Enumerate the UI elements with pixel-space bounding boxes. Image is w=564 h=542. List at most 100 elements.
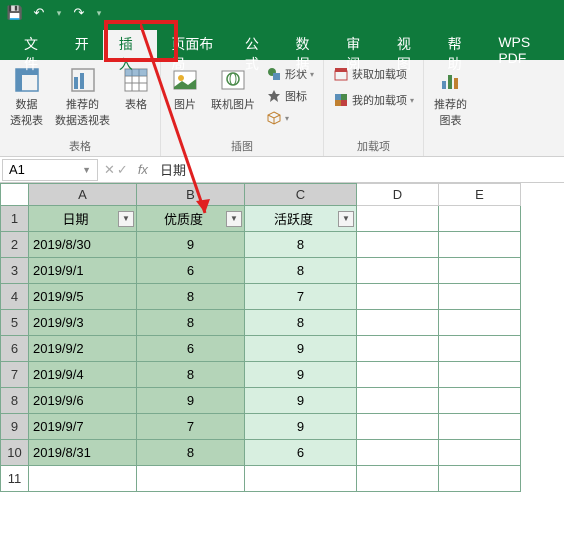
cell-quality[interactable]: 9	[137, 232, 245, 258]
redo-icon[interactable]: ↷	[70, 4, 88, 22]
cell[interactable]	[439, 206, 521, 232]
qat-dropdown-icon[interactable]: ▾	[94, 4, 104, 22]
my-addins-button[interactable]: 我的加载项▾	[330, 90, 417, 110]
cell-date[interactable]: 2019/9/6	[29, 388, 137, 414]
cell-date[interactable]: 2019/9/2	[29, 336, 137, 362]
cell-date[interactable]: 2019/9/3	[29, 310, 137, 336]
cell[interactable]	[245, 466, 357, 492]
cell-date[interactable]: 2019/9/4	[29, 362, 137, 388]
cell[interactable]	[357, 258, 439, 284]
cell-date[interactable]: 2019/9/5	[29, 284, 137, 310]
cell-quality[interactable]: 8	[137, 284, 245, 310]
cell-date[interactable]: 2019/8/31	[29, 440, 137, 466]
cell[interactable]	[357, 284, 439, 310]
cell[interactable]	[439, 362, 521, 388]
filter-dropdown-icon[interactable]: ▼	[338, 211, 354, 227]
header-cell-date[interactable]: 日期▼	[29, 206, 137, 232]
3d-model-button[interactable]: ▾	[263, 108, 317, 128]
cell-quality[interactable]: 9	[137, 388, 245, 414]
row-header[interactable]: 10	[1, 440, 29, 466]
cell[interactable]	[439, 388, 521, 414]
row-header[interactable]: 8	[1, 388, 29, 414]
row-header[interactable]: 7	[1, 362, 29, 388]
qat-dropdown-icon[interactable]: ▾	[54, 4, 64, 22]
cell-activity[interactable]: 9	[245, 336, 357, 362]
cell[interactable]	[439, 336, 521, 362]
save-icon[interactable]: 💾	[6, 4, 24, 22]
cancel-formula-icon[interactable]: ✕	[104, 162, 115, 178]
formula-input[interactable]: 日期	[154, 160, 564, 179]
cell-quality[interactable]: 6	[137, 336, 245, 362]
fx-label[interactable]: fx	[132, 162, 154, 177]
cell[interactable]	[439, 440, 521, 466]
tab-formula[interactable]: 公式	[231, 26, 282, 60]
cell-date[interactable]: 2019/9/7	[29, 414, 137, 440]
col-header-a[interactable]: A	[29, 184, 137, 206]
cell-quality[interactable]: 8	[137, 362, 245, 388]
undo-icon[interactable]: ↶	[30, 4, 48, 22]
col-header-b[interactable]: B	[137, 184, 245, 206]
tab-home[interactable]: 开	[61, 26, 103, 60]
cell[interactable]	[439, 258, 521, 284]
cell-activity[interactable]: 8	[245, 232, 357, 258]
cell-activity[interactable]: 8	[245, 310, 357, 336]
header-cell-activity[interactable]: 活跃度▼	[245, 206, 357, 232]
tab-layout[interactable]: 页面布局	[157, 26, 230, 60]
confirm-formula-icon[interactable]: ✓	[117, 162, 128, 178]
cell[interactable]	[29, 466, 137, 492]
cell-quality[interactable]: 8	[137, 310, 245, 336]
recommended-pivot-button[interactable]: 推荐的 数据透视表	[51, 64, 114, 130]
col-header-c[interactable]: C	[245, 184, 357, 206]
cell[interactable]	[439, 310, 521, 336]
tab-help[interactable]: 帮助	[434, 26, 485, 60]
cell[interactable]	[439, 414, 521, 440]
tab-review[interactable]: 审阅	[332, 26, 383, 60]
cell[interactable]	[137, 466, 245, 492]
cell-activity[interactable]: 8	[245, 258, 357, 284]
col-header-e[interactable]: E	[439, 184, 521, 206]
cell[interactable]	[357, 388, 439, 414]
filter-dropdown-icon[interactable]: ▼	[118, 211, 134, 227]
row-header[interactable]: 1	[1, 206, 29, 232]
cell[interactable]	[357, 440, 439, 466]
cell[interactable]	[357, 232, 439, 258]
tab-data[interactable]: 数据	[282, 26, 333, 60]
cell[interactable]	[357, 414, 439, 440]
col-header-d[interactable]: D	[357, 184, 439, 206]
cell-activity[interactable]: 9	[245, 362, 357, 388]
cell-activity[interactable]: 6	[245, 440, 357, 466]
cell-quality[interactable]: 7	[137, 414, 245, 440]
cell[interactable]	[357, 362, 439, 388]
cell-quality[interactable]: 8	[137, 440, 245, 466]
cell[interactable]	[439, 232, 521, 258]
cell[interactable]	[439, 284, 521, 310]
worksheet[interactable]: A B C D E 1 日期▼ 优质度▼ 活跃度▼ 2 2019/8/30 9 …	[0, 183, 564, 492]
row-header[interactable]: 9	[1, 414, 29, 440]
cell-date[interactable]: 2019/9/1	[29, 258, 137, 284]
select-all-corner[interactable]	[1, 184, 29, 206]
header-cell-quality[interactable]: 优质度▼	[137, 206, 245, 232]
row-header[interactable]: 2	[1, 232, 29, 258]
cell[interactable]	[357, 310, 439, 336]
cell-quality[interactable]: 6	[137, 258, 245, 284]
tab-view[interactable]: 视图	[383, 26, 434, 60]
cell-date[interactable]: 2019/8/30	[29, 232, 137, 258]
tab-insert[interactable]: 插入	[103, 30, 158, 60]
row-header[interactable]: 5	[1, 310, 29, 336]
row-header[interactable]: 4	[1, 284, 29, 310]
chevron-down-icon[interactable]: ▼	[82, 165, 91, 175]
cell[interactable]	[357, 466, 439, 492]
cell[interactable]	[357, 206, 439, 232]
icons-button[interactable]: 图标	[263, 86, 317, 106]
row-header[interactable]: 11	[1, 466, 29, 492]
cell[interactable]	[439, 466, 521, 492]
cell-activity[interactable]: 7	[245, 284, 357, 310]
tab-wps-pdf[interactable]: WPS PDF	[484, 26, 564, 60]
filter-dropdown-icon[interactable]: ▼	[226, 211, 242, 227]
name-box[interactable]: A1 ▼	[2, 159, 98, 181]
cell-activity[interactable]: 9	[245, 414, 357, 440]
cell[interactable]	[357, 336, 439, 362]
row-header[interactable]: 6	[1, 336, 29, 362]
row-header[interactable]: 3	[1, 258, 29, 284]
cell-activity[interactable]: 9	[245, 388, 357, 414]
